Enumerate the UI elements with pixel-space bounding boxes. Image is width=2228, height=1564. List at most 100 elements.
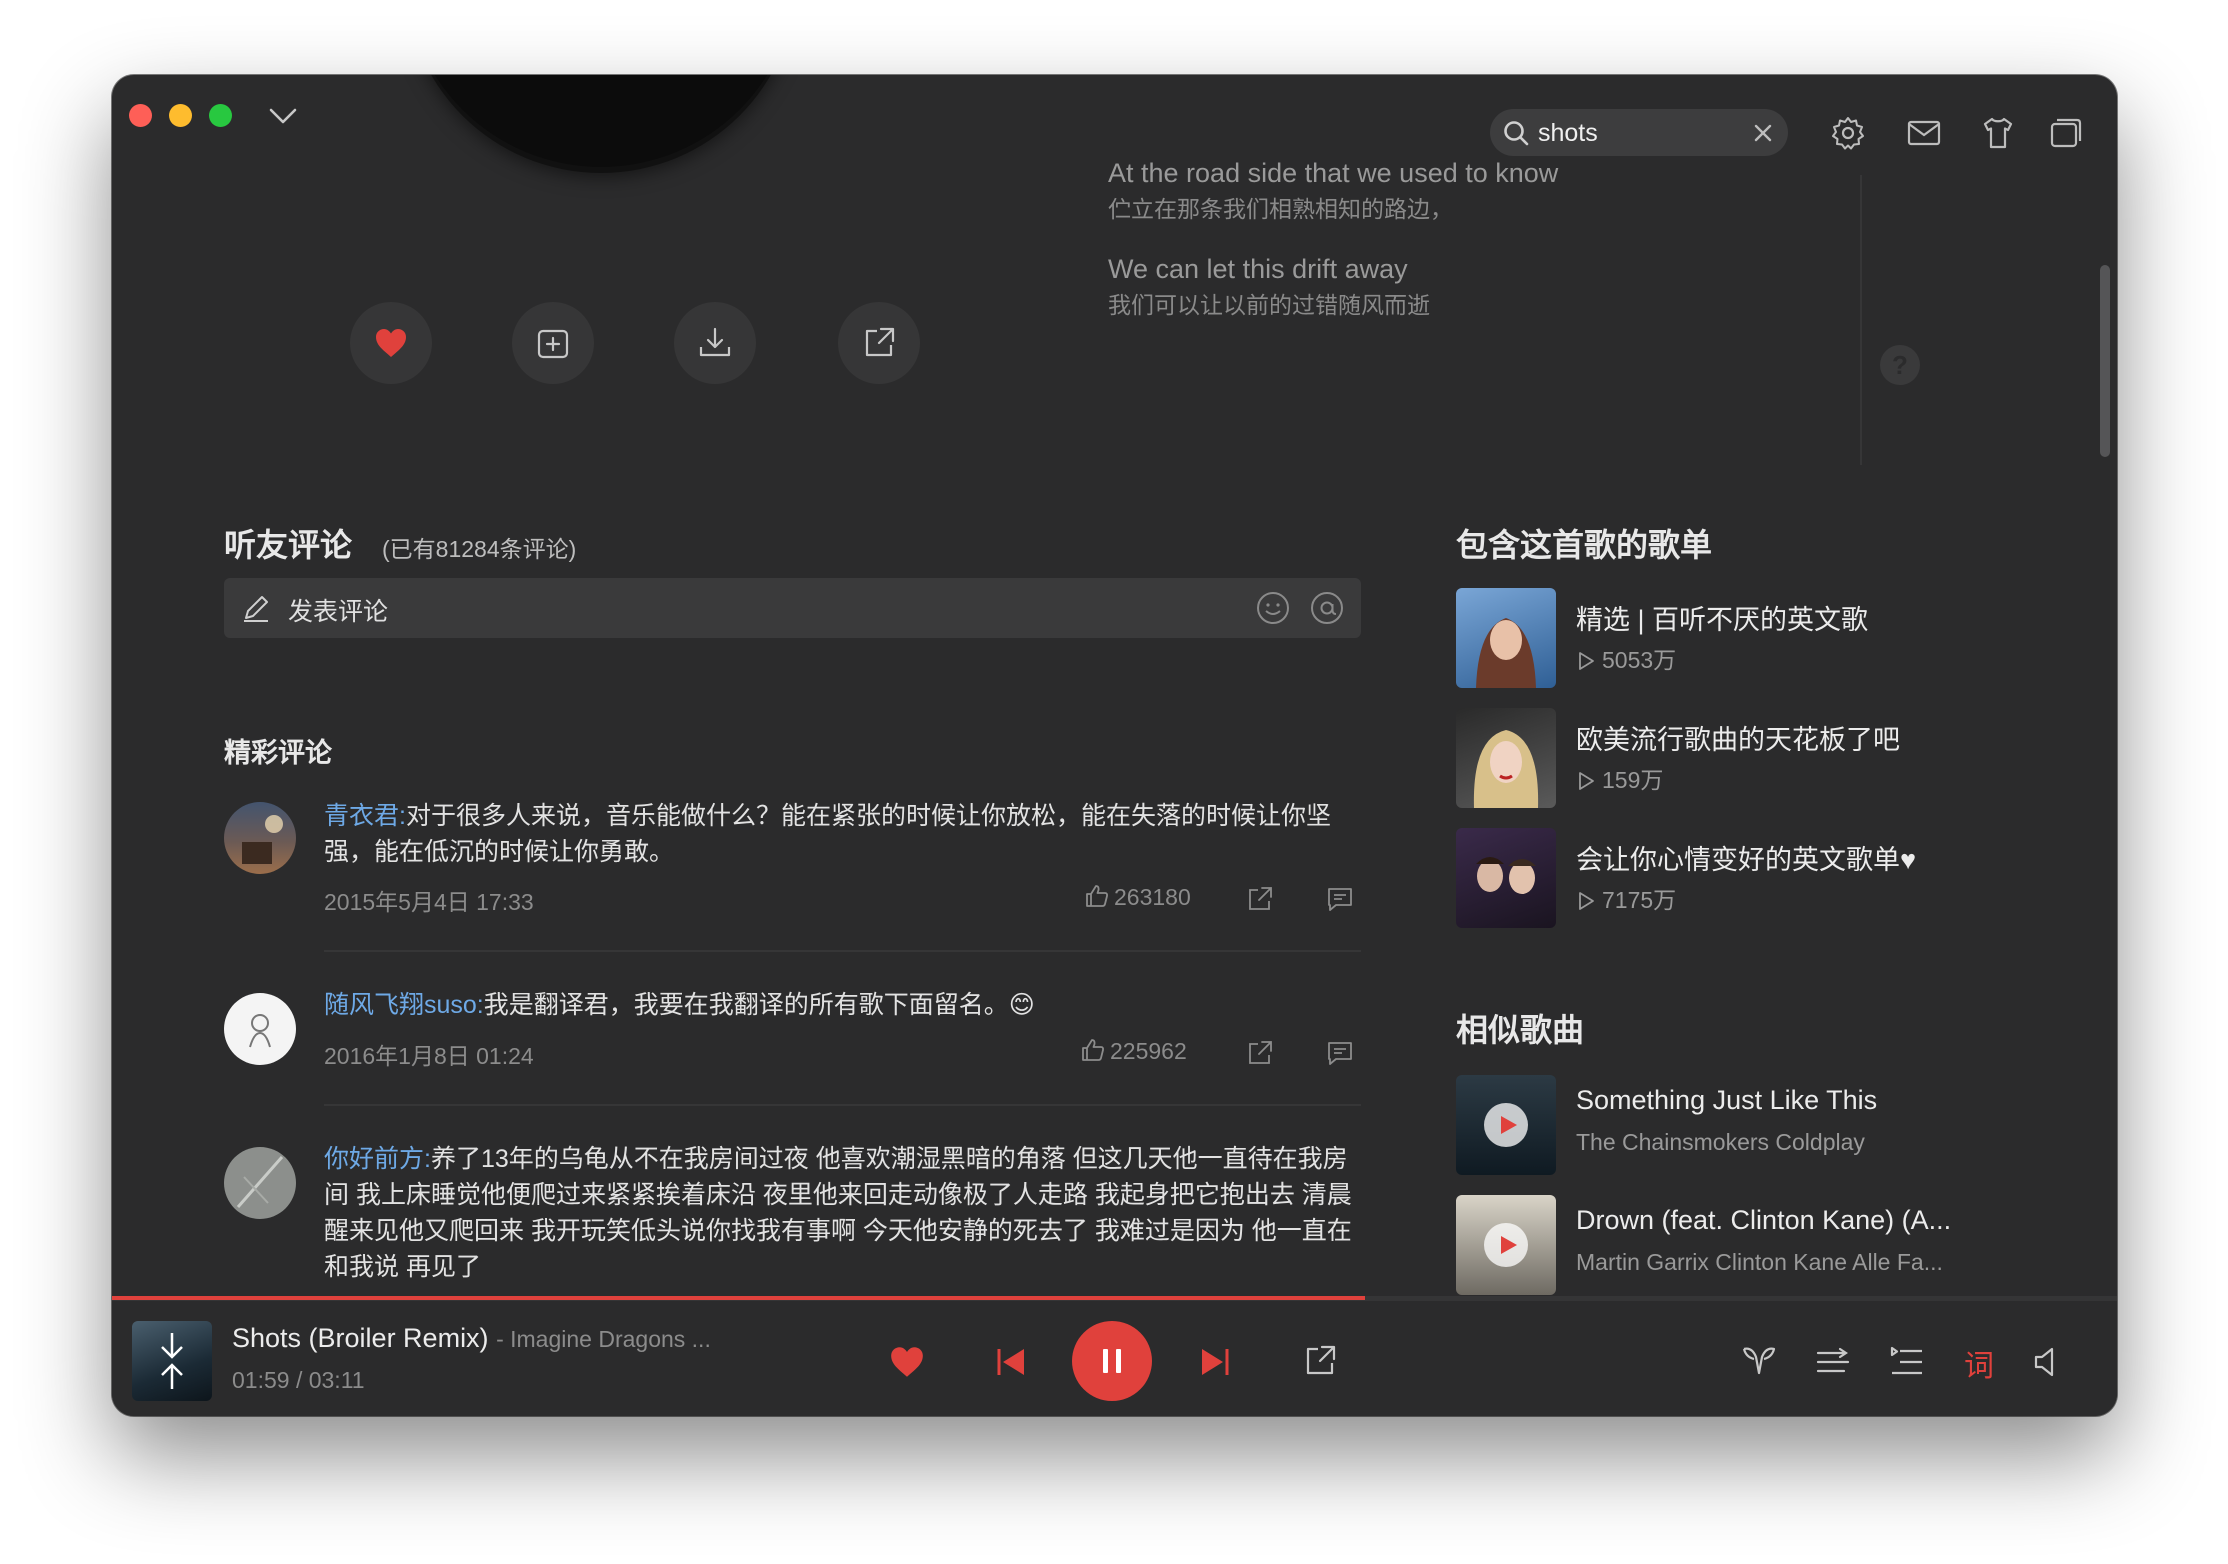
app-window: At the road side that we used to know 伫立… bbox=[112, 75, 2117, 1416]
share-icon[interactable] bbox=[1302, 1343, 1338, 1379]
search-input[interactable] bbox=[1536, 115, 1740, 151]
playlist-name[interactable]: 欧美流行歌曲的天花板了吧 bbox=[1576, 718, 1900, 757]
avatar[interactable] bbox=[224, 1147, 296, 1219]
lyric-line-en: At the road side that we used to know bbox=[1108, 158, 1559, 188]
play-song-button[interactable] bbox=[1484, 1103, 1528, 1147]
playlist-queue-icon[interactable] bbox=[1888, 1343, 1926, 1381]
play-mode-icon[interactable] bbox=[1814, 1343, 1852, 1381]
similar-songs-title: 相似歌曲 bbox=[1456, 1012, 1585, 1048]
song-cover[interactable] bbox=[1456, 1195, 1556, 1295]
scrollbar[interactable] bbox=[2100, 265, 2110, 457]
avatar[interactable] bbox=[224, 993, 296, 1065]
reply-icon[interactable] bbox=[1326, 1039, 1354, 1067]
emoji-icon[interactable] bbox=[1255, 590, 1291, 626]
minimize-window-button[interactable] bbox=[169, 104, 192, 127]
share-button[interactable] bbox=[838, 302, 920, 384]
track-artist[interactable]: - Imagine Dragons ... bbox=[496, 1326, 711, 1352]
playlists-title: 包含这首歌的歌单 bbox=[1456, 527, 1713, 563]
thumb-up-icon bbox=[1086, 885, 1108, 907]
next-track-icon[interactable] bbox=[1198, 1345, 1232, 1379]
comment-username[interactable]: 青衣君: bbox=[324, 802, 406, 830]
clear-search-icon[interactable] bbox=[1752, 122, 1774, 144]
sound-effect-icon[interactable] bbox=[1740, 1343, 1778, 1381]
comment-username[interactable]: 你好前方: bbox=[324, 1145, 431, 1173]
share-icon bbox=[865, 327, 895, 357]
playlist-cover[interactable] bbox=[1456, 828, 1556, 928]
mention-at-icon[interactable] bbox=[1309, 590, 1345, 626]
search-icon bbox=[1504, 121, 1529, 146]
lyric-line-cn: 伫立在那条我们相熟相知的路边， bbox=[1108, 196, 1453, 222]
mini-mode-icon[interactable] bbox=[2048, 115, 2084, 151]
comment-text: 对于很多人来说，音乐能做什么？能在紧张的时候让你放松，能在失落的时候让你坚强，能… bbox=[324, 802, 1331, 866]
album-vinyl bbox=[405, 75, 797, 167]
zoom-window-button[interactable] bbox=[209, 104, 232, 127]
skin-shirt-icon[interactable] bbox=[1980, 115, 2016, 151]
play-song-button[interactable] bbox=[1484, 1223, 1528, 1267]
now-playing-title: Shots (Broiler Remix) - Imagine Dragons … bbox=[232, 1323, 711, 1354]
help-icon[interactable]: ? bbox=[1880, 345, 1920, 385]
song-artist[interactable]: The Chainsmokers Coldplay bbox=[1576, 1129, 1865, 1156]
reply-icon[interactable] bbox=[1326, 885, 1354, 913]
comments-count: (已有81284条评论) bbox=[382, 536, 577, 562]
lyric-line-cn: 我们可以让以前的过错随风而逝 bbox=[1108, 292, 1430, 318]
playlist-play-count-text: 159万 bbox=[1602, 767, 1664, 793]
lyric-divider bbox=[1860, 175, 1862, 465]
comment-like-count: 225962 bbox=[1110, 1038, 1187, 1064]
comment-composer[interactable]: 发表评论 bbox=[224, 578, 1361, 638]
lyrics-panel: At the road side that we used to know 伫立… bbox=[1108, 155, 1668, 365]
settings-gear-icon[interactable] bbox=[1830, 115, 1866, 151]
playlist-play-count-text: 7175万 bbox=[1602, 887, 1677, 913]
comment-body: 随风飞翔suso:我是翻译君，我要在我翻译的所有歌下面留名。😊 bbox=[324, 987, 1364, 1023]
download-button[interactable] bbox=[674, 302, 756, 384]
player-bar: Shots (Broiler Remix) - Imagine Dragons … bbox=[112, 1300, 2117, 1416]
previous-track-icon[interactable] bbox=[994, 1345, 1028, 1379]
song-name[interactable]: Something Just Like This bbox=[1576, 1085, 1877, 1116]
avatar[interactable] bbox=[224, 802, 296, 874]
playlist-play-count-text: 5053万 bbox=[1602, 647, 1677, 673]
song-artist[interactable]: Martin Garrix Clinton Kane Alle Fa... bbox=[1576, 1249, 1943, 1276]
play-icon bbox=[1501, 1116, 1517, 1134]
volume-icon[interactable] bbox=[2030, 1343, 2068, 1381]
playlist-play-count: 7175万 bbox=[1576, 881, 1676, 915]
share-icon[interactable] bbox=[1246, 1039, 1274, 1067]
lyrics-toggle-button[interactable]: 词 bbox=[1964, 1341, 1994, 1385]
comment-body: 你好前方:养了13年的乌龟从不在我房间过夜 他喜欢潮湿黑暗的角落 但这几天他一直… bbox=[324, 1141, 1364, 1285]
track-time: 01:59 / 03:11 bbox=[232, 1367, 365, 1393]
comment-like-button[interactable]: 225962 bbox=[1080, 1037, 1187, 1065]
playlist-name[interactable]: 精选 | 百听不厌的英文歌 bbox=[1576, 598, 1868, 637]
pause-icon bbox=[1103, 1349, 1121, 1373]
heart-icon[interactable] bbox=[888, 1343, 926, 1381]
download-icon bbox=[699, 327, 731, 357]
comment-like-count: 263180 bbox=[1114, 884, 1191, 910]
song-name[interactable]: Drown (feat. Clinton Kane) (A... bbox=[1576, 1205, 1951, 1236]
search-box[interactable] bbox=[1490, 109, 1788, 156]
comment-time: 2016年1月8日 01:24 bbox=[324, 1043, 534, 1069]
comment-text: 养了13年的乌龟从不在我房间过夜 他喜欢潮湿黑暗的角落 但这几天他一直待在我房间… bbox=[324, 1145, 1352, 1281]
add-to-playlist-button[interactable] bbox=[512, 302, 594, 384]
comment-like-button[interactable]: 263180 bbox=[1084, 883, 1191, 911]
comment-body: 青衣君:对于很多人来说，音乐能做什么？能在紧张的时候让你放松，能在失落的时候让你… bbox=[324, 798, 1364, 870]
track-title[interactable]: Shots (Broiler Remix) bbox=[232, 1323, 489, 1353]
comment-divider bbox=[324, 1104, 1361, 1106]
share-icon[interactable] bbox=[1246, 885, 1274, 913]
comment-text: 我是翻译君，我要在我翻译的所有歌下面留名。😊 bbox=[483, 991, 1035, 1019]
playlist-cover[interactable] bbox=[1456, 588, 1556, 688]
play-count-icon bbox=[1579, 892, 1594, 910]
close-window-button[interactable] bbox=[129, 104, 152, 127]
playlist-play-count: 159万 bbox=[1576, 761, 1663, 795]
pencil-icon bbox=[244, 596, 268, 622]
comment-divider bbox=[324, 950, 1361, 952]
chevron-down-icon[interactable] bbox=[268, 101, 298, 131]
comment-input-placeholder[interactable]: 发表评论 bbox=[288, 592, 388, 628]
like-button[interactable] bbox=[350, 302, 432, 384]
comments-title: 听友评论 bbox=[224, 527, 353, 563]
comment-username[interactable]: 随风飞翔suso: bbox=[324, 991, 484, 1019]
playlist-name[interactable]: 会让你心情变好的英文歌单♥ bbox=[1576, 838, 1916, 877]
song-cover[interactable] bbox=[1456, 1075, 1556, 1175]
playlist-cover[interactable] bbox=[1456, 708, 1556, 808]
pause-button[interactable] bbox=[1072, 1321, 1152, 1401]
play-count-icon bbox=[1579, 652, 1594, 670]
play-icon bbox=[1501, 1236, 1517, 1254]
now-playing-cover[interactable] bbox=[132, 1321, 212, 1401]
mail-icon[interactable] bbox=[1906, 115, 1942, 151]
